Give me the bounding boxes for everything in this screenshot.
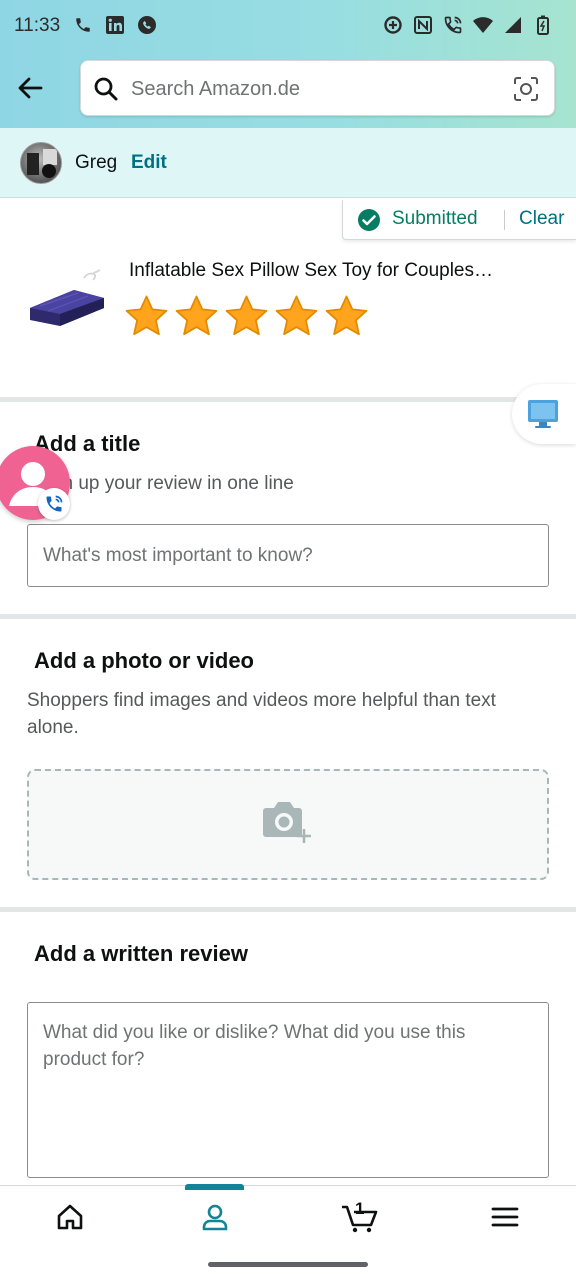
linkedin-icon (104, 14, 126, 36)
star-icon-2[interactable] (174, 294, 219, 339)
star-rating[interactable] (124, 294, 369, 339)
status-time: 11:33 (14, 15, 61, 36)
floating-shortcut-widget[interactable] (512, 384, 576, 444)
phone-icon (72, 14, 94, 36)
arrow-left-icon (18, 77, 43, 99)
reviewer-name: Greg (75, 152, 118, 173)
product-title[interactable]: Inflatable Sex Pillow Sex Toy for Couple… (129, 260, 529, 282)
nav-menu-button[interactable] (483, 1195, 527, 1239)
written-review-textarea[interactable] (27, 1002, 549, 1178)
wifi-icon (472, 14, 494, 36)
star-icon-5[interactable] (324, 294, 369, 339)
call-badge[interactable] (38, 488, 70, 520)
wifi-calling-icon (442, 14, 464, 36)
avatar (20, 142, 62, 184)
search-bar[interactable] (80, 60, 555, 116)
section-divider (0, 397, 576, 402)
photo-section-heading: Add a photo or video (34, 648, 254, 673)
screen-icon (528, 400, 558, 428)
star-icon-1[interactable] (124, 294, 169, 339)
phone-call-icon (46, 495, 63, 512)
star-icon-4[interactable] (274, 294, 319, 339)
nfc-icon (412, 14, 434, 36)
title-section-subtext: Sum up your review in one line (34, 473, 294, 494)
submitted-label: Submitted (392, 208, 478, 229)
signal-icon (502, 14, 524, 36)
home-icon (57, 1204, 83, 1230)
add-photo-icon (263, 802, 311, 843)
divider (504, 210, 505, 230)
section-divider (0, 907, 576, 912)
hamburger-menu-icon (491, 1207, 519, 1227)
search-input[interactable] (131, 69, 491, 109)
star-icon-3[interactable] (224, 294, 269, 339)
user-icon (202, 1204, 228, 1231)
camera-search-icon[interactable] (512, 75, 540, 103)
section-divider (0, 614, 576, 619)
data-saver-icon (382, 14, 404, 36)
reviewer-profile-row: Greg Edit (0, 128, 576, 198)
product-image (30, 269, 104, 326)
rating-status-tag: Submitted Clear (342, 200, 576, 240)
review-section-heading: Add a written review (34, 941, 248, 966)
whatsapp-icon (136, 14, 158, 36)
back-button[interactable] (14, 72, 46, 104)
review-title-input[interactable] (27, 524, 549, 587)
battery-icon (532, 14, 554, 36)
gesture-handle[interactable] (208, 1262, 368, 1267)
cart-count-badge: 1 (355, 1199, 365, 1218)
search-icon (94, 77, 118, 101)
active-tab-indicator (185, 1184, 244, 1190)
status-bar: 11:33 (0, 0, 576, 52)
nav-account-button[interactable] (193, 1195, 237, 1239)
photo-section-subtext: Shoppers find images and videos more hel… (27, 690, 496, 738)
photo-upload-area[interactable] (27, 769, 549, 880)
edit-profile-link[interactable]: Edit (131, 152, 167, 174)
clear-rating-button[interactable]: Clear (519, 208, 564, 230)
nav-home-button[interactable] (48, 1195, 92, 1239)
check-circle-icon (358, 209, 380, 231)
